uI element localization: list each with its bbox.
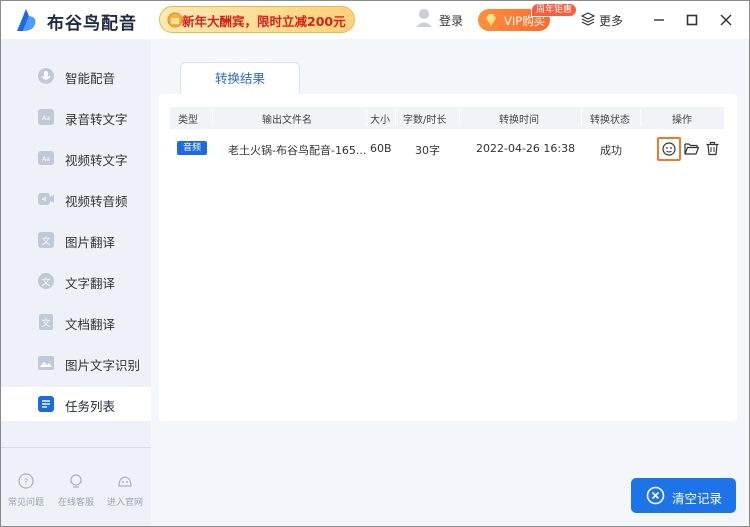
column-divider bbox=[395, 110, 396, 126]
ocr-icon bbox=[38, 356, 54, 370]
sidebar-item-smart-dubbing[interactable]: 智能配音 bbox=[1, 59, 151, 93]
sidebar-item-audio-to-text[interactable]: Aa 录音转文字 bbox=[1, 100, 151, 134]
sidebar-item-image-translate[interactable]: 文 图片翻译 bbox=[1, 223, 151, 257]
mic-icon bbox=[38, 68, 54, 84]
close-icon[interactable] bbox=[718, 12, 734, 28]
play-button[interactable] bbox=[657, 137, 681, 161]
length-cell: 30字 bbox=[415, 144, 440, 157]
column-divider bbox=[366, 110, 367, 126]
sidebar-item-text-translate[interactable]: 文 文字翻译 bbox=[1, 264, 151, 298]
svg-text:文: 文 bbox=[41, 317, 50, 329]
help-icon: ? bbox=[18, 473, 34, 489]
results-panel: 类型 输出文件名 大小 字数/时长 转换时间 转换状态 操作 音频 老土火锅-布… bbox=[159, 94, 737, 421]
promo-text: 新年大酬宾，限时立减200元 bbox=[182, 14, 346, 29]
website-icon bbox=[118, 476, 132, 487]
app-window: 布谷鸟配音 新年大酬宾，限时立减200元 登录 VIP购买 周年钜惠 更多 智能… bbox=[0, 0, 750, 527]
sidebar-item-label: 图片文字识别 bbox=[65, 358, 141, 373]
time-cell: 2022-04-26 16:38 bbox=[476, 142, 576, 155]
svg-text:文: 文 bbox=[41, 276, 50, 288]
sidebar-item-label: 视频转文字 bbox=[65, 153, 128, 168]
svg-text:文: 文 bbox=[41, 235, 50, 247]
login-link[interactable]: 登录 bbox=[439, 12, 463, 29]
column-header-filename: 输出文件名 bbox=[262, 115, 312, 126]
folder-open-icon[interactable] bbox=[684, 141, 699, 156]
sidebar-item-video-to-audio[interactable]: 视频转音频 bbox=[1, 182, 151, 216]
anniversary-badge: 周年钜惠 bbox=[531, 3, 578, 17]
clear-records-label: 清空记录 bbox=[672, 491, 723, 506]
task-list-icon bbox=[38, 396, 54, 412]
column-header-actions: 操作 bbox=[672, 115, 692, 126]
tab-conversion-results[interactable]: 转换结果 bbox=[180, 62, 300, 94]
sidebar-item-ocr[interactable]: 图片文字识别 bbox=[1, 346, 151, 380]
more-menu[interactable]: 更多 bbox=[599, 12, 623, 29]
svg-text:Aa: Aa bbox=[42, 115, 50, 122]
audio-to-text-icon: Aa bbox=[38, 109, 54, 125]
sidebar-item-task-list[interactable]: 任务列表 bbox=[1, 387, 151, 421]
customer-service-label: 在线客服 bbox=[57, 498, 94, 508]
column-header-time: 转换时间 bbox=[499, 115, 539, 126]
sidebar-item-label: 文字翻译 bbox=[65, 276, 116, 291]
diamond-icon bbox=[486, 14, 496, 26]
column-header-status: 转换状态 bbox=[590, 115, 630, 126]
size-cell: 60B bbox=[370, 142, 392, 155]
sidebar-item-document-translate[interactable]: 文 文档翻译 bbox=[1, 305, 151, 339]
app-logo-icon bbox=[17, 9, 36, 31]
column-divider bbox=[640, 110, 641, 126]
text-translate-icon: 文 bbox=[38, 273, 54, 289]
column-header-length: 字数/时长 bbox=[403, 115, 447, 126]
customer-service-link[interactable]: 在线客服 bbox=[52, 473, 100, 513]
svg-text:?: ? bbox=[24, 478, 29, 488]
column-header-type: 类型 bbox=[178, 115, 198, 126]
svg-text:Aa: Aa bbox=[42, 156, 50, 163]
sidebar-item-label: 文档翻译 bbox=[65, 317, 116, 332]
play-icon bbox=[662, 142, 676, 156]
sidebar-item-label: 图片翻译 bbox=[65, 235, 116, 250]
promo-banner[interactable]: 新年大酬宾，限时立减200元 bbox=[159, 6, 355, 33]
sidebar-item-label: 视频转音频 bbox=[65, 194, 128, 209]
clear-icon bbox=[646, 486, 665, 505]
customer-service-icon bbox=[70, 474, 82, 488]
video-to-audio-icon bbox=[38, 193, 54, 205]
column-header-size: 大小 bbox=[370, 115, 390, 126]
clear-records-button[interactable]: 清空记录 bbox=[631, 478, 736, 513]
website-link[interactable]: 进入官网 bbox=[101, 473, 149, 513]
sidebar-item-label: 录音转文字 bbox=[65, 112, 128, 127]
title-bar: 布谷鸟配音 新年大酬宾，限时立减200元 登录 VIP购买 周年钜惠 更多 bbox=[1, 1, 749, 39]
minimize-icon[interactable] bbox=[651, 12, 667, 28]
column-divider bbox=[459, 110, 460, 126]
sidebar: 智能配音 Aa 录音转文字 Aa 视频转文字 视频转音频 文 图片翻译 文 文字… bbox=[1, 39, 151, 526]
sidebar-item-label: 智能配音 bbox=[65, 71, 116, 86]
type-badge: 音频 bbox=[177, 141, 207, 155]
video-to-text-icon: Aa bbox=[38, 151, 54, 165]
status-cell: 成功 bbox=[600, 144, 622, 157]
layers-icon[interactable] bbox=[581, 12, 595, 26]
sidebar-divider bbox=[1, 447, 151, 448]
column-divider bbox=[581, 110, 582, 126]
maximize-icon[interactable] bbox=[684, 12, 700, 28]
sidebar-item-video-to-text[interactable]: Aa 视频转文字 bbox=[1, 141, 151, 175]
document-translate-icon: 文 bbox=[39, 314, 53, 330]
table-row[interactable]: 音频 老土火锅-布谷鸟配音-165... 60B 30字 2022-04-26 … bbox=[170, 136, 724, 161]
help-label: 常见问题 bbox=[7, 498, 44, 508]
image-translate-icon: 文 bbox=[38, 232, 54, 248]
help-link[interactable]: ? 常见问题 bbox=[2, 473, 50, 513]
website-label: 进入官网 bbox=[106, 498, 143, 508]
sidebar-item-label: 任务列表 bbox=[65, 399, 116, 414]
trash-icon[interactable] bbox=[705, 141, 720, 156]
table-header: 类型 输出文件名 大小 字数/时长 转换时间 转换状态 操作 bbox=[170, 107, 724, 129]
app-title: 布谷鸟配音 bbox=[47, 14, 137, 34]
column-divider bbox=[212, 110, 213, 126]
filename-cell: 老土火锅-布谷鸟配音-165... bbox=[228, 144, 367, 157]
user-avatar-icon[interactable] bbox=[415, 8, 433, 28]
